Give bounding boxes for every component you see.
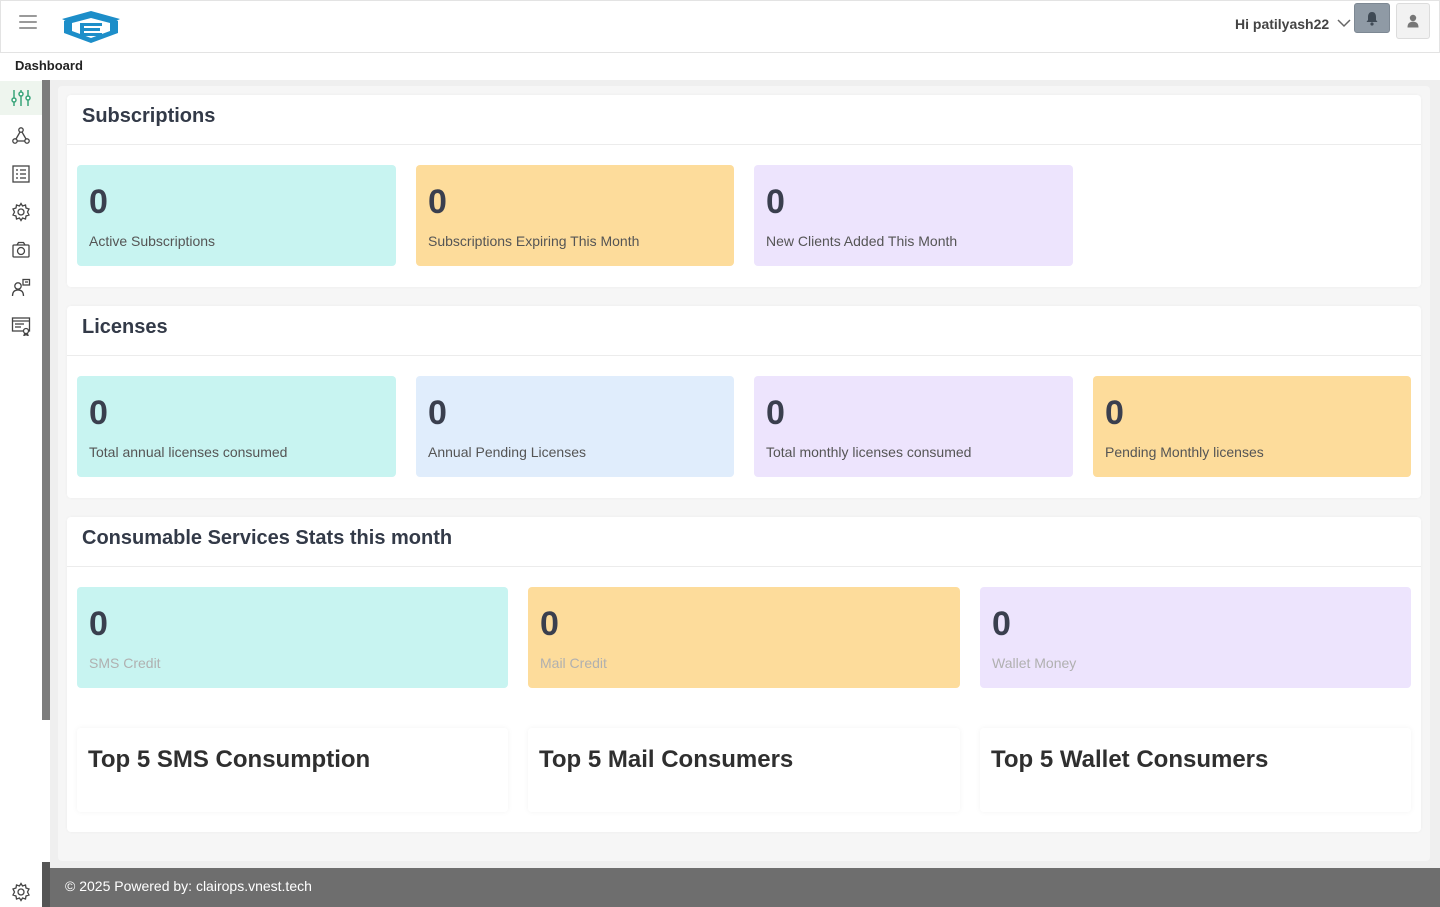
stat-value: 0 — [89, 605, 108, 643]
stat-label: Pending Monthly licenses — [1105, 444, 1264, 460]
monthly-licenses-consumed-card[interactable]: 0 Total monthly licenses consumed — [754, 376, 1073, 477]
stat-value: 0 — [428, 183, 447, 221]
gear-icon — [12, 202, 30, 222]
list-icon — [12, 165, 30, 183]
footer: © 2025 Powered by: clairops.vnest.tech — [50, 868, 1440, 907]
expiring-subscriptions-card[interactable]: 0 Subscriptions Expiring This Month — [416, 165, 734, 266]
sms-credit-card[interactable]: 0 SMS Credit — [77, 587, 508, 688]
top-wallet-card: Top 5 Wallet Consumers — [980, 728, 1411, 812]
sidebar-item-settings[interactable] — [0, 195, 42, 229]
top-mail-card: Top 5 Mail Consumers — [528, 728, 960, 812]
stat-value: 0 — [766, 183, 785, 221]
footer-text: © 2025 Powered by: clairops.vnest.tech — [65, 878, 312, 894]
chevron-down-icon[interactable] — [1336, 16, 1352, 30]
stat-value: 0 — [1105, 394, 1124, 432]
user-menu-button[interactable] — [1396, 3, 1430, 39]
licenses-title: Licenses — [82, 316, 168, 338]
stat-label: Total monthly licenses consumed — [766, 444, 972, 460]
top-wallet-title: Top 5 Wallet Consumers — [991, 746, 1269, 773]
user-icon — [1407, 14, 1419, 28]
logo[interactable] — [58, 9, 124, 45]
stat-value: 0 — [766, 394, 785, 432]
user-greeting[interactable]: Hi patilyash22 — [1235, 16, 1329, 32]
subscriptions-header: Subscriptions — [67, 95, 1421, 145]
stat-value: 0 — [540, 605, 559, 643]
sidebar-item-billing[interactable] — [0, 309, 42, 343]
sliders-icon — [11, 90, 31, 106]
stat-label: Total annual licenses consumed — [89, 444, 288, 460]
stat-label: New Clients Added This Month — [766, 233, 958, 249]
new-clients-card[interactable]: 0 New Clients Added This Month — [754, 165, 1073, 266]
camera-icon — [12, 241, 30, 258]
bell-icon — [1366, 12, 1378, 26]
gear-icon[interactable] — [11, 882, 31, 902]
sidebar-item-dashboard[interactable] — [0, 81, 42, 115]
mail-credit-card[interactable]: 0 Mail Credit — [528, 587, 960, 688]
stat-label: Subscriptions Expiring This Month — [428, 233, 640, 249]
licenses-header: Licenses — [67, 306, 1421, 356]
stat-value: 0 — [89, 183, 108, 221]
footer-strip — [42, 862, 50, 907]
pending-monthly-licenses-card[interactable]: 0 Pending Monthly licenses — [1093, 376, 1411, 477]
sidebar-item-network[interactable] — [0, 119, 42, 153]
top-sms-card: Top 5 SMS Consumption — [77, 728, 508, 812]
sidebar-item-users[interactable] — [0, 271, 42, 305]
sidebar-item-camera[interactable] — [0, 233, 42, 267]
sidebar-scrollbar[interactable] — [42, 80, 50, 720]
consumables-title: Consumable Services Stats this month — [82, 527, 453, 549]
user-certificate-icon — [11, 278, 31, 297]
subscriptions-title: Subscriptions — [82, 105, 216, 127]
top-sms-title: Top 5 SMS Consumption — [88, 746, 371, 773]
stat-label: Wallet Money — [992, 655, 1077, 671]
stat-label: Mail Credit — [540, 655, 607, 671]
sidebar-item-list[interactable] — [0, 157, 42, 191]
wallet-money-card[interactable]: 0 Wallet Money — [980, 587, 1411, 688]
consumables-header: Consumable Services Stats this month — [67, 517, 1421, 567]
stat-label: SMS Credit — [89, 655, 161, 671]
top-mail-title: Top 5 Mail Consumers — [539, 746, 794, 773]
stat-value: 0 — [992, 605, 1011, 643]
notifications-button[interactable] — [1354, 3, 1390, 33]
annual-pending-licenses-card[interactable]: 0 Annual Pending Licenses — [416, 376, 734, 477]
annual-licenses-consumed-card[interactable]: 0 Total annual licenses consumed — [77, 376, 396, 477]
stat-label: Annual Pending Licenses — [428, 444, 587, 460]
stat-label: Active Subscriptions — [89, 233, 216, 249]
sidebar — [0, 80, 42, 720]
billing-icon — [11, 317, 31, 336]
active-subscriptions-card[interactable]: 0 Active Subscriptions — [77, 165, 396, 266]
breadcrumb: Dashboard — [15, 58, 83, 73]
network-icon — [12, 127, 30, 144]
stat-value: 0 — [89, 394, 108, 432]
top-bar: Hi patilyash22 — [0, 0, 1440, 53]
stat-value: 0 — [428, 394, 447, 432]
hamburger-icon[interactable] — [19, 15, 37, 31]
